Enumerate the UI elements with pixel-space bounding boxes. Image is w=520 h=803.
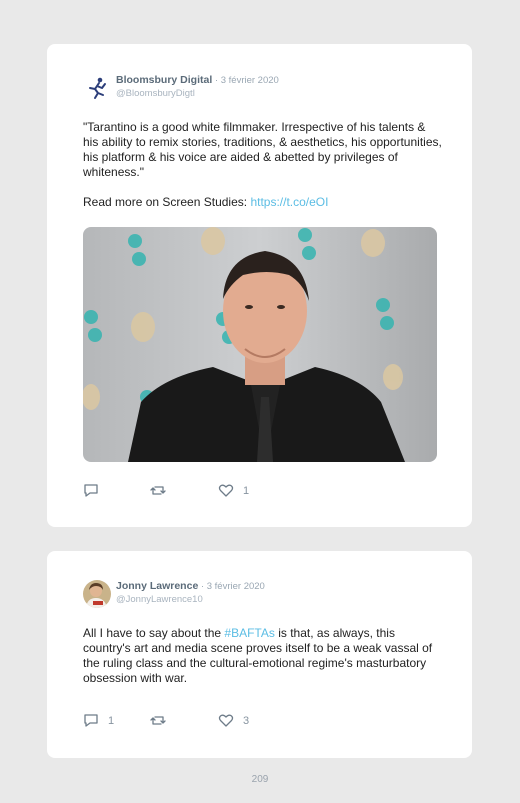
separator: · [212, 75, 221, 86]
tweet-photo[interactable] [83, 227, 437, 462]
retweet-icon [150, 716, 166, 725]
tweet-body: "Tarantino is a good white filmmaker. Ir… [83, 120, 442, 179]
tweet-card: Bloomsbury Digital · 3 février 2020 @Blo… [47, 44, 472, 527]
text-before-hashtag: All I have to say about the [83, 626, 225, 640]
tweet-date[interactable]: 3 février 2020 [221, 75, 279, 86]
tweet-header: Jonny Lawrence · 3 février 2020 @JonnyLa… [116, 580, 265, 606]
tweet-body: All I have to say about the #BAFTAs is t… [83, 626, 443, 686]
author-name[interactable]: Bloomsbury Digital [116, 74, 212, 86]
reply-icon [84, 484, 98, 497]
bloomsbury-logo-icon[interactable] [83, 74, 111, 102]
reply-button[interactable] [83, 483, 108, 498]
page-number: 209 [251, 774, 269, 785]
tweet-date[interactable]: 3 février 2020 [207, 581, 265, 592]
tweet-link[interactable]: https://t.co/eOI [250, 195, 328, 209]
like-icon [218, 714, 234, 727]
read-more-prefix: Read more on Screen Studies: [83, 195, 251, 209]
tweet-text: "Tarantino is a good white filmmaker. Ir… [83, 120, 443, 210]
read-more-line: Read more on Screen Studies: https://t.c… [83, 195, 443, 210]
reply-count: 1 [108, 714, 115, 727]
author-handle[interactable]: @BloomsburyDigtl [116, 87, 279, 100]
reply-button[interactable]: 1 [83, 713, 114, 728]
like-count: 1 [243, 484, 250, 497]
like-icon [218, 484, 234, 497]
reply-icon [84, 714, 98, 727]
tweet-header: Bloomsbury Digital · 3 février 2020 @Blo… [116, 74, 279, 100]
retweet-icon [150, 486, 166, 495]
tweet-text: All I have to say about the #BAFTAs is t… [83, 626, 443, 686]
author-name[interactable]: Jonny Lawrence [116, 580, 198, 592]
user-photo-avatar[interactable] [83, 580, 111, 608]
retweet-button[interactable] [150, 713, 175, 728]
like-button[interactable]: 1 [218, 483, 249, 498]
author-handle[interactable]: @JonnyLawrence10 [116, 593, 265, 606]
hashtag-link[interactable]: #BAFTAs [224, 626, 274, 640]
like-button[interactable]: 3 [218, 713, 249, 728]
separator: · [198, 581, 207, 592]
retweet-button[interactable] [150, 483, 175, 498]
tweet-card: Jonny Lawrence · 3 février 2020 @JonnyLa… [47, 551, 472, 758]
like-count: 3 [243, 714, 250, 727]
